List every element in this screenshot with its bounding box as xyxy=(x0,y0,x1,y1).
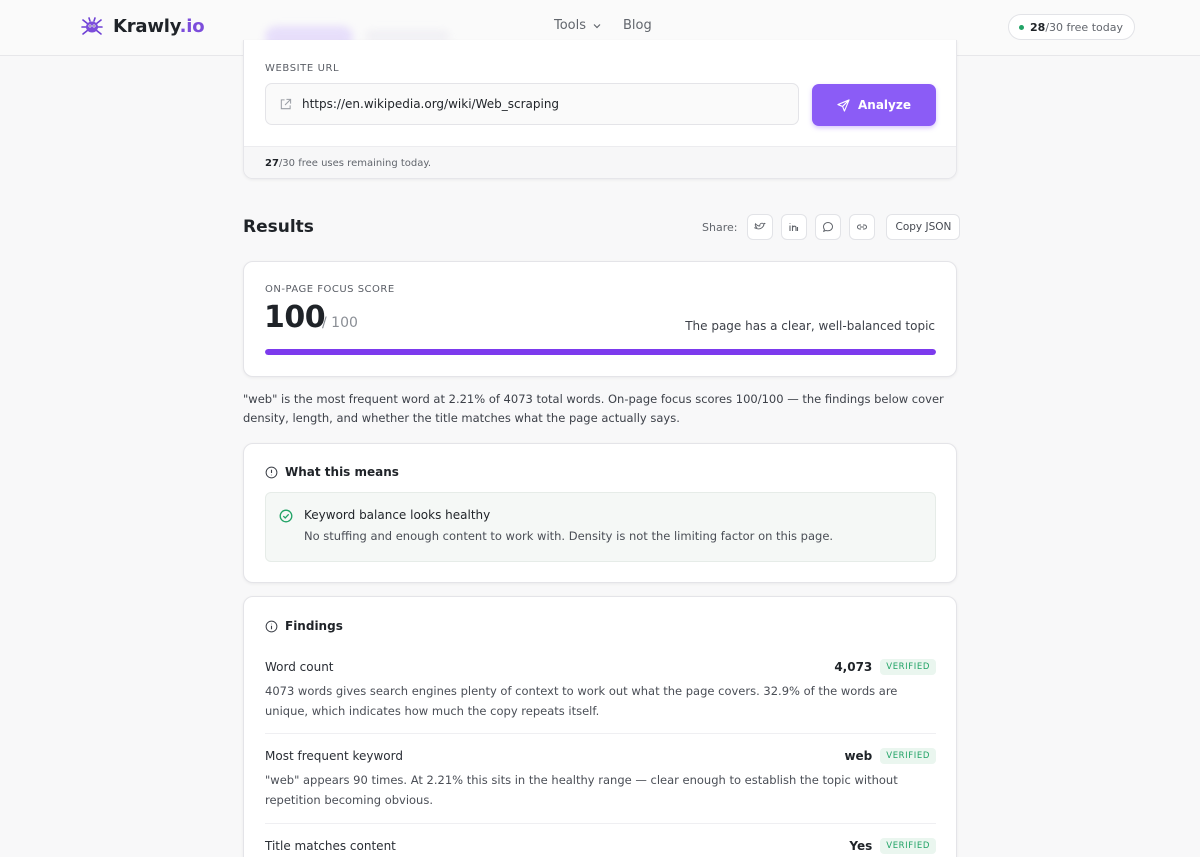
nav-blog-link[interactable]: Blog xyxy=(623,18,652,33)
score-label: ON-PAGE FOCUS SCORE xyxy=(265,284,395,295)
finding-row: Title matches content Yes VERIFIED xyxy=(265,837,936,855)
spider-logo-icon xyxy=(81,17,103,35)
share-message-button[interactable] xyxy=(815,214,842,240)
url-field-label: WEBSITE URL xyxy=(265,63,340,74)
twitter-icon xyxy=(754,222,767,230)
share-twitter-button[interactable] xyxy=(747,214,774,240)
nav-tools-menu[interactable]: Tools xyxy=(554,18,602,33)
insight-box: Keyword balance looks healthy No stuffin… xyxy=(265,492,936,562)
finding-value: web xyxy=(844,749,873,763)
verified-badge: VERIFIED xyxy=(880,659,936,675)
finding-row: Word count 4,073 VERIFIED 4073 words giv… xyxy=(265,658,936,721)
external-link-icon xyxy=(280,98,292,109)
free-usage-pill: 28/30 free today xyxy=(1008,14,1135,40)
analyze-button[interactable]: Analyze xyxy=(812,84,936,126)
score-max: / 100 xyxy=(322,315,358,331)
chevron-down-icon xyxy=(593,23,601,28)
link-icon xyxy=(857,224,868,230)
score-description: The page has a clear, well-balanced topi… xyxy=(685,319,935,333)
divider xyxy=(265,733,936,734)
focus-score-card: ON-PAGE FOCUS SCORE 100 / 100 The page h… xyxy=(243,261,957,377)
status-dot-icon xyxy=(1019,24,1024,30)
finding-description: "web" appears 90 times. At 2.21% this si… xyxy=(265,773,898,807)
verified-badge: VERIFIED xyxy=(880,748,936,764)
findings-card: Findings Word count 4,073 VERIFIED 4073 … xyxy=(243,596,957,857)
what-this-means-card: What this means Keyword balance looks he… xyxy=(243,443,957,583)
finding-value: Yes xyxy=(849,839,873,853)
url-input[interactable] xyxy=(302,97,772,111)
linkedin-icon xyxy=(789,223,799,231)
score-value: 100 xyxy=(264,300,326,335)
score-progress-bar xyxy=(265,349,936,355)
analyze-button-label: Analyze xyxy=(858,98,911,112)
finding-name: Word count xyxy=(265,660,334,674)
what-this-means-heading: What this means xyxy=(265,465,399,479)
share-bar: Share: Copy JSON xyxy=(702,214,961,240)
share-label: Share: xyxy=(702,220,738,234)
url-field[interactable] xyxy=(265,83,799,125)
brand-name: Krawly.io xyxy=(113,15,205,37)
free-usage-text: 28/30 free today xyxy=(1030,20,1123,34)
insight-title: Keyword balance looks healthy xyxy=(304,508,491,522)
brand[interactable]: Krawly.io xyxy=(80,14,205,38)
finding-row: Most frequent keyword web VERIFIED "web"… xyxy=(265,747,936,810)
remaining-uses-note: 27/30 free uses remaining today. xyxy=(244,146,956,178)
results-summary: "web" is the most frequent word at 2.21%… xyxy=(243,392,944,425)
divider xyxy=(265,823,936,824)
score-progress-fill xyxy=(265,349,936,355)
results-heading: Results xyxy=(243,217,314,237)
verified-badge: VERIFIED xyxy=(880,838,936,854)
share-linkedin-button[interactable] xyxy=(781,214,808,240)
findings-heading: Findings xyxy=(265,619,343,633)
check-circle-icon xyxy=(279,509,293,523)
copy-json-button[interactable]: Copy JSON xyxy=(886,214,961,240)
info-icon xyxy=(265,620,278,632)
finding-description: 4073 words gives search engines plenty o… xyxy=(265,684,898,718)
share-copy-link-button[interactable] xyxy=(849,214,876,240)
nav-tools-label: Tools xyxy=(554,18,587,33)
finding-name: Most frequent keyword xyxy=(265,749,403,763)
nav-blog-label: Blog xyxy=(623,18,652,33)
insight-text: No stuffing and enough content to work w… xyxy=(304,529,834,543)
message-icon xyxy=(823,221,834,233)
send-icon xyxy=(837,98,850,112)
url-form-card: WEBSITE URL Analyze 27/30 free uses rema… xyxy=(243,40,957,179)
alert-circle-icon xyxy=(265,466,278,478)
finding-value: 4,073 xyxy=(834,660,873,674)
finding-name: Title matches content xyxy=(265,839,396,853)
